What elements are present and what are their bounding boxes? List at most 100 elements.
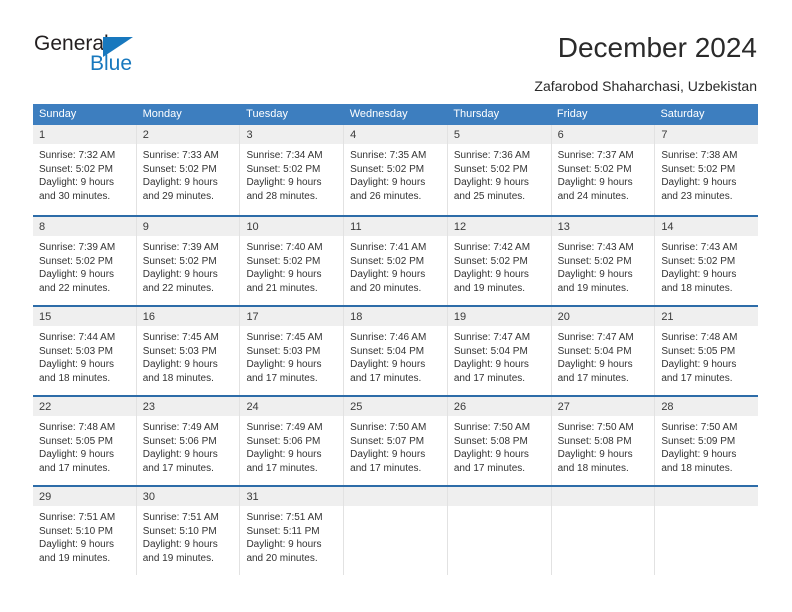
- calendar-day-cell[interactable]: 26 Sunrise: 7:50 AM Sunset: 5:08 PM Dayligh…: [447, 397, 552, 485]
- daylight-text-line1: Daylight: 9 hours: [350, 269, 426, 280]
- day-number-band: 7: [655, 125, 759, 144]
- daylight-text-line2: and 19 minutes.: [557, 282, 629, 294]
- calendar-day-cell[interactable]: 15 Sunrise: 7:44 AM Sunset: 5:03 PM Dayligh…: [33, 307, 137, 395]
- calendar-weeks: 1 Sunrise: 7:32 AM Sunset: 5:02 PM Daylight…: [33, 125, 759, 575]
- day-details: Sunrise: 7:37 AM Sunset: 5:02 PM Daylight:…: [552, 144, 655, 203]
- calendar-week-row: 8 Sunrise: 7:39 AM Sunset: 5:02 PM Daylight…: [33, 215, 759, 305]
- calendar-week-row: 29 Sunrise: 7:51 AM Sunset: 5:10 PM Dayligh…: [33, 485, 759, 575]
- calendar-day-cell[interactable]: 12 Sunrise: 7:42 AM Sunset: 5:02 PM Dayligh…: [447, 217, 552, 305]
- calendar-day-cell[interactable]: 25 Sunrise: 7:50 AM Sunset: 5:07 PM Dayligh…: [344, 397, 448, 485]
- daylight-text-line2: and 17 minutes.: [246, 462, 318, 474]
- calendar-day-cell[interactable]: 6 Sunrise: 7:37 AM Sunset: 5:02 PM Daylight…: [551, 125, 656, 215]
- dow-wednesday: Wednesday: [349, 108, 408, 120]
- calendar-day-cell[interactable]: 14 Sunrise: 7:43 AM Sunset: 5:02 PM Dayligh…: [655, 217, 759, 305]
- day-number: 9: [142, 221, 149, 233]
- daylight-text-line2: and 18 minutes.: [557, 462, 629, 474]
- calendar-day-cell[interactable]: 19 Sunrise: 7:47 AM Sunset: 5:04 PM Dayligh…: [447, 307, 552, 395]
- calendar-day-cell[interactable]: 5 Sunrise: 7:36 AM Sunset: 5:02 PM Daylight…: [447, 125, 552, 215]
- calendar-day-cell[interactable]: 16 Sunrise: 7:45 AM Sunset: 5:03 PM Dayligh…: [136, 307, 241, 395]
- sunset-text: Sunset: 5:04 PM: [350, 345, 425, 357]
- calendar-day-cell[interactable]: 4 Sunrise: 7:35 AM Sunset: 5:02 PM Daylight…: [344, 125, 448, 215]
- daylight-text-line2: and 29 minutes.: [142, 190, 214, 202]
- calendar-day-cell[interactable]: 13 Sunrise: 7:43 AM Sunset: 5:02 PM Dayligh…: [551, 217, 656, 305]
- calendar-day-cell[interactable]: 9 Sunrise: 7:39 AM Sunset: 5:02 PM Daylight…: [136, 217, 241, 305]
- day-number: 1: [39, 129, 46, 141]
- daylight-text-line1: Daylight: 9 hours: [557, 269, 633, 280]
- dow-friday: Friday: [556, 108, 588, 120]
- calendar-day-cell[interactable]: 22 Sunrise: 7:48 AM Sunset: 5:05 PM Dayligh…: [33, 397, 137, 485]
- sunrise-text: Sunrise: 7:50 AM: [350, 422, 427, 433]
- sunrise-text: Sunrise: 7:33 AM: [142, 150, 219, 161]
- daylight-text-line1: Daylight: 9 hours: [661, 359, 737, 370]
- day-number: 16: [142, 311, 155, 323]
- sunset-text: Sunset: 5:02 PM: [39, 255, 113, 267]
- sunrise-text: Sunrise: 7:51 AM: [142, 512, 219, 523]
- sunset-text: Sunset: 5:02 PM: [350, 163, 425, 175]
- sunrise-text: Sunrise: 7:46 AM: [350, 332, 427, 343]
- daylight-text-line2: and 17 minutes.: [142, 462, 214, 474]
- daylight-text-line2: and 19 minutes.: [39, 552, 111, 564]
- sunset-text: Sunset: 5:02 PM: [142, 255, 217, 267]
- sunrise-text: Sunrise: 7:45 AM: [246, 332, 323, 343]
- daylight-text-line1: Daylight: 9 hours: [142, 177, 218, 188]
- daylight-text-line1: Daylight: 9 hours: [453, 269, 529, 280]
- logo-text-blue: Blue: [90, 52, 133, 75]
- sunset-text: Sunset: 5:02 PM: [557, 255, 632, 267]
- daylight-text-line2: and 17 minutes.: [39, 462, 111, 474]
- day-number-band: 4: [344, 125, 447, 144]
- calendar-empty-cell: [551, 487, 656, 575]
- daylight-text-line2: and 19 minutes.: [142, 552, 214, 564]
- calendar-day-cell[interactable]: 17 Sunrise: 7:45 AM Sunset: 5:03 PM Dayligh…: [240, 307, 345, 395]
- day-number: 24: [246, 401, 259, 413]
- day-number-band: 27: [551, 397, 655, 416]
- sunrise-text: Sunrise: 7:36 AM: [453, 150, 531, 161]
- day-number: 8: [39, 221, 46, 233]
- calendar-day-cell[interactable]: 31 Sunrise: 7:51 AM Sunset: 5:11 PM Dayligh…: [240, 487, 345, 575]
- general-blue-logo[interactable]: General Blue: [34, 33, 214, 83]
- calendar-day-cell[interactable]: 11 Sunrise: 7:41 AM Sunset: 5:02 PM Dayligh…: [344, 217, 448, 305]
- calendar-day-cell[interactable]: 28 Sunrise: 7:50 AM Sunset: 5:09 PM Dayligh…: [655, 397, 759, 485]
- calendar-day-cell[interactable]: 23 Sunrise: 7:49 AM Sunset: 5:06 PM Dayligh…: [136, 397, 241, 485]
- day-details: Sunrise: 7:51 AM Sunset: 5:11 PM Daylight:…: [240, 506, 343, 565]
- daylight-text-line2: and 20 minutes.: [246, 552, 318, 564]
- calendar-day-cell[interactable]: 1 Sunrise: 7:32 AM Sunset: 5:02 PM Daylight…: [33, 125, 137, 215]
- sunset-text: Sunset: 5:02 PM: [350, 255, 425, 267]
- day-number-band: 19: [447, 307, 551, 326]
- calendar-day-cell[interactable]: 29 Sunrise: 7:51 AM Sunset: 5:10 PM Dayligh…: [33, 487, 137, 575]
- calendar-day-cell[interactable]: 21 Sunrise: 7:48 AM Sunset: 5:05 PM Dayligh…: [655, 307, 759, 395]
- sunrise-text: Sunrise: 7:51 AM: [246, 512, 323, 523]
- calendar-day-cell[interactable]: 24 Sunrise: 7:49 AM Sunset: 5:06 PM Dayligh…: [240, 397, 345, 485]
- calendar-day-cell[interactable]: 7 Sunrise: 7:38 AM Sunset: 5:02 PM Daylight…: [655, 125, 759, 215]
- day-number-band: [655, 487, 759, 506]
- day-number: 6: [557, 129, 564, 141]
- daylight-text-line1: Daylight: 9 hours: [557, 449, 633, 460]
- daylight-text-line2: and 23 minutes.: [661, 190, 733, 202]
- day-number-band: 30: [136, 487, 240, 506]
- day-number: 19: [453, 311, 467, 323]
- sunrise-text: Sunrise: 7:39 AM: [39, 242, 116, 253]
- sunset-text: Sunset: 5:02 PM: [453, 255, 528, 267]
- sunrise-text: Sunrise: 7:40 AM: [246, 242, 323, 253]
- calendar-day-cell[interactable]: 3 Sunrise: 7:34 AM Sunset: 5:02 PM Daylight…: [240, 125, 345, 215]
- day-details: Sunrise: 7:50 AM Sunset: 5:08 PM Daylight:…: [552, 416, 655, 475]
- calendar-day-cell[interactable]: 10 Sunrise: 7:40 AM Sunset: 5:02 PM Dayligh…: [240, 217, 345, 305]
- day-number: 25: [350, 401, 363, 413]
- day-number-band: 8: [33, 217, 136, 236]
- sunrise-text: Sunrise: 7:50 AM: [557, 422, 634, 433]
- sunset-text: Sunset: 5:09 PM: [661, 435, 736, 447]
- daylight-text-line2: and 19 minutes.: [453, 282, 526, 294]
- calendar-day-cell[interactable]: 30 Sunrise: 7:51 AM Sunset: 5:10 PM Dayligh…: [136, 487, 241, 575]
- calendar-day-cell[interactable]: 20 Sunrise: 7:47 AM Sunset: 5:04 PM Dayligh…: [551, 307, 656, 395]
- calendar-day-cell[interactable]: 18 Sunrise: 7:46 AM Sunset: 5:04 PM Dayligh…: [344, 307, 448, 395]
- calendar-day-cell[interactable]: 27 Sunrise: 7:50 AM Sunset: 5:08 PM Dayligh…: [551, 397, 656, 485]
- calendar-week-row: 1 Sunrise: 7:32 AM Sunset: 5:02 PM Daylight…: [33, 125, 759, 215]
- day-number: 7: [661, 129, 668, 141]
- day-details: Sunrise: 7:50 AM Sunset: 5:08 PM Daylight:…: [448, 416, 551, 475]
- sunset-text: Sunset: 5:02 PM: [661, 163, 736, 175]
- day-number: 29: [39, 491, 52, 503]
- sunrise-text: Sunrise: 7:37 AM: [557, 150, 634, 161]
- sunrise-text: Sunrise: 7:50 AM: [661, 422, 738, 433]
- calendar-day-cell[interactable]: 8 Sunrise: 7:39 AM Sunset: 5:02 PM Daylight…: [33, 217, 137, 305]
- calendar-day-cell[interactable]: 2 Sunrise: 7:33 AM Sunset: 5:02 PM Daylight…: [136, 125, 241, 215]
- daylight-text-line1: Daylight: 9 hours: [246, 449, 322, 460]
